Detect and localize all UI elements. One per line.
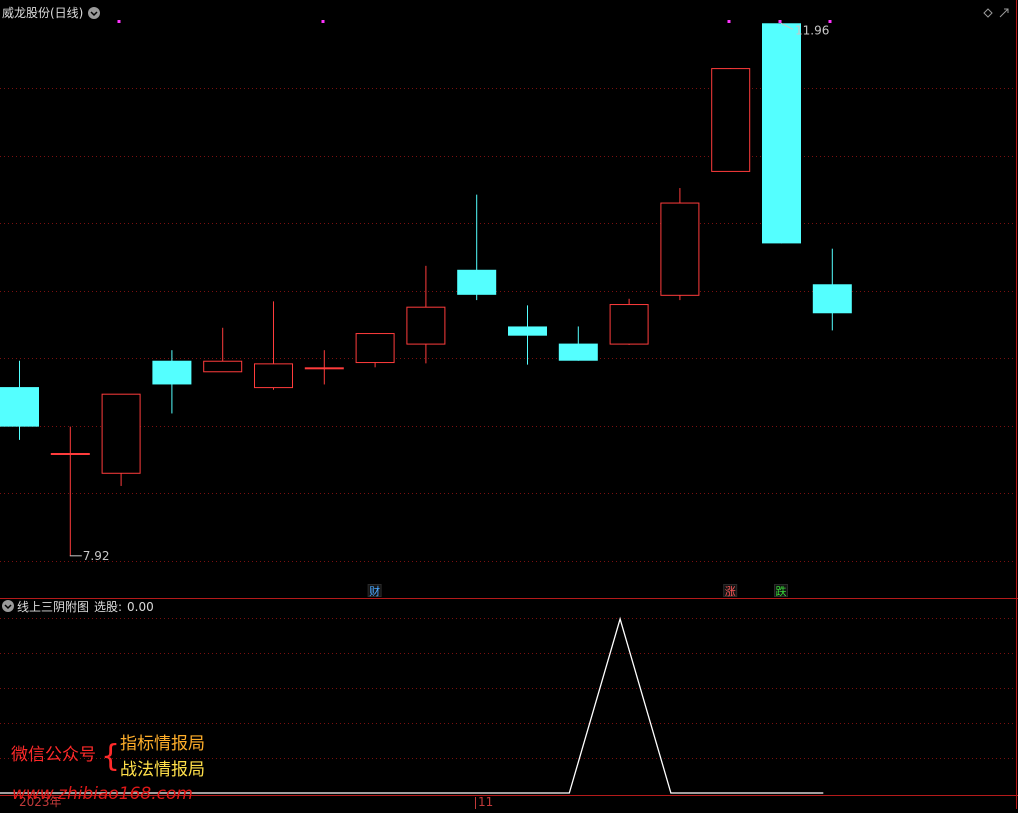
low-price-label: 7.92 xyxy=(83,549,110,563)
watermark-line1: 指标情报局 xyxy=(120,734,205,754)
indicator-name: 线上三阴附图 xyxy=(17,600,89,614)
watermark-account-label: 微信公众号 xyxy=(11,745,96,765)
event-badge[interactable]: 跌 xyxy=(774,584,788,598)
candle-body xyxy=(152,360,192,385)
candle[interactable] xyxy=(711,68,751,172)
marker-dot xyxy=(321,20,325,23)
candle[interactable] xyxy=(609,298,649,345)
marker-dot xyxy=(117,20,121,23)
candle-body xyxy=(254,363,293,389)
chevron-down-icon[interactable] xyxy=(2,600,14,612)
candle-body xyxy=(457,269,497,295)
stock-chart-window[interactable]: 11.96 7.92 财涨跌 威龙股份(日线) 线上三阴附图 选股: 0.00 … xyxy=(0,0,1018,809)
candle[interactable] xyxy=(660,188,700,301)
chart-canvas[interactable]: 11.96 7.92 财涨跌 威龙股份(日线) 线上三阴附图 选股: 0.00 … xyxy=(0,0,1018,809)
marker-dot xyxy=(727,20,731,23)
event-badge-label: 跌 xyxy=(776,584,787,598)
indicator-field-value: 0.00 xyxy=(127,600,154,614)
watermark-brace: { xyxy=(101,739,120,774)
watermark-line2: 战法情报局 xyxy=(120,760,205,780)
candle[interactable] xyxy=(355,333,395,368)
candle-body xyxy=(101,393,141,474)
high-price-label: 11.96 xyxy=(795,23,829,37)
candle-body xyxy=(203,360,243,373)
event-badge[interactable]: 财 xyxy=(367,584,382,598)
candle-body xyxy=(304,367,344,370)
event-badge-label: 涨 xyxy=(725,585,736,598)
candle-body xyxy=(355,333,395,364)
candle-body xyxy=(50,453,90,455)
candle-body xyxy=(0,387,39,427)
candle-body xyxy=(762,23,801,244)
candle[interactable] xyxy=(762,23,801,244)
event-badge[interactable]: 涨 xyxy=(723,584,738,599)
chart-background xyxy=(0,0,1018,809)
candle-body xyxy=(609,304,649,345)
candle-body xyxy=(660,202,700,296)
chevron-down-icon[interactable] xyxy=(88,7,100,19)
candle[interactable] xyxy=(101,393,141,486)
candle-body xyxy=(558,343,598,361)
chart-title: 威龙股份(日线) xyxy=(2,6,83,20)
candle-body xyxy=(711,68,751,172)
x-axis-label-month: 11 xyxy=(478,795,493,809)
candle-body xyxy=(406,306,446,345)
marker-dot xyxy=(778,20,782,23)
event-badge-label: 财 xyxy=(369,584,380,598)
candle-body xyxy=(812,284,852,314)
candle-body xyxy=(508,326,547,336)
watermark-url: www.zhibiao168.com xyxy=(12,784,193,804)
indicator-field-label: 选股: xyxy=(94,600,122,614)
